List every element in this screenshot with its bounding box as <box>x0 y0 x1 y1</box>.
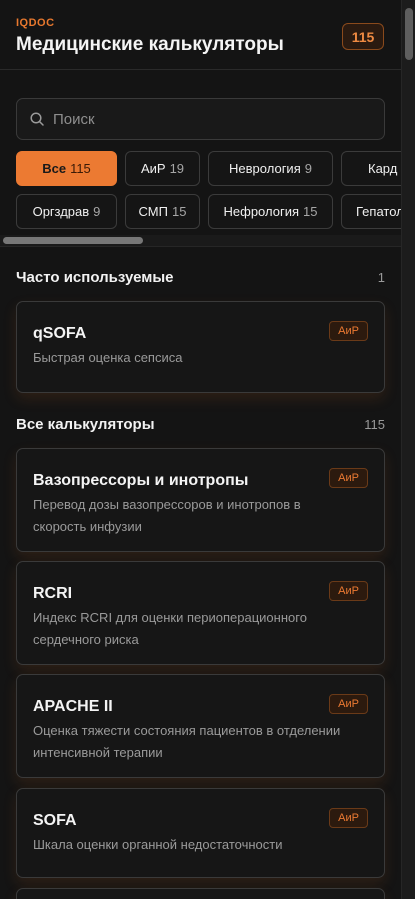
total-count-badge: 115 <box>342 23 384 50</box>
calculator-card-sofa[interactable]: SOFA Шкала оценки органной недостаточнос… <box>16 788 385 878</box>
section-count: 115 <box>364 417 385 432</box>
scrollbar-thumb[interactable] <box>3 237 143 244</box>
all-section-header: Все калькуляторы 115 <box>16 416 385 433</box>
chip-label: Кард <box>368 161 398 176</box>
chip-label: Оргздрав <box>32 204 90 219</box>
chip-count: 15 <box>303 204 318 219</box>
card-description: Индекс RCRI для оценки периоперационного… <box>33 610 307 647</box>
search-box[interactable] <box>16 98 385 140</box>
search-icon <box>30 112 44 126</box>
filter-chip-cardiology[interactable]: Кард <box>341 151 401 186</box>
chip-count: 19 <box>169 161 185 176</box>
calculator-card-vasopressors[interactable]: Вазопрессоры и инотропы Перевод дозы ваз… <box>16 448 385 552</box>
category-tag: АиР <box>329 321 368 341</box>
chip-label: Все <box>42 161 67 176</box>
chip-count: 15 <box>171 204 187 219</box>
brand-logo-text: IQDOC <box>16 17 55 29</box>
frequent-section-header: Часто используемые 1 <box>16 269 385 286</box>
card-title: SOFA <box>33 812 77 829</box>
card-title: Вазопрессоры и инотропы <box>33 472 249 489</box>
calculator-card-qsofa[interactable]: qSOFA Быстрая оценка сепсиса АиР <box>16 301 385 393</box>
category-tag: АиР <box>329 694 368 714</box>
chip-label: Гепатол <box>356 204 401 219</box>
card-title: APACHE II <box>33 698 113 715</box>
chip-label: Неврология <box>229 161 301 176</box>
calculator-card-partial[interactable] <box>16 888 385 899</box>
filter-chip-orgzdrav[interactable]: Оргздрав 9 <box>16 194 117 229</box>
chip-count: 9 <box>93 204 101 219</box>
filter-chip-neurology[interactable]: Неврология 9 <box>208 151 333 186</box>
filter-chip-hepatology[interactable]: Гепатол <box>341 194 401 229</box>
filter-chip-air[interactable]: АиР 19 <box>125 151 200 186</box>
scrollbar-thumb[interactable] <box>405 8 413 60</box>
page-title: Медицинские калькуляторы <box>16 34 284 55</box>
app-window: IQDOC Медицинские калькуляторы 115 Все11… <box>0 0 401 899</box>
card-title: qSOFA <box>33 325 87 342</box>
filter-chip-smp[interactable]: СМП 15 <box>125 194 200 229</box>
chip-label: СМП <box>138 204 168 219</box>
section-count: 1 <box>377 270 385 285</box>
category-tag: АиР <box>329 808 368 828</box>
filter-chip-nephrology[interactable]: Нефрология 15 <box>208 194 333 229</box>
calculator-card-apache[interactable]: APACHE II Оценка тяжести состояния пацие… <box>16 674 385 778</box>
filter-chip-all[interactable]: Все 115 <box>16 151 117 186</box>
chip-label: Нефрология <box>223 204 300 219</box>
section-title: Все калькуляторы <box>16 416 155 433</box>
card-description: Перевод дозы вазопрессоров и инотропов в… <box>33 497 301 534</box>
card-description: Быстрая оценка сепсиса <box>33 350 183 365</box>
chip-label: АиР <box>140 161 166 176</box>
filters-scrollbar[interactable] <box>0 235 401 246</box>
calculator-card-rcri[interactable]: RCRI Индекс RCRI для оценки периоперацио… <box>16 561 385 665</box>
card-description: Шкала оценки органной недостаточности <box>33 837 283 852</box>
chip-count: 115 <box>70 161 91 176</box>
filter-chips: Все 115 АиР 19 Неврология 9 Кард Оргздрав 9 … <box>0 150 401 246</box>
chip-count: 9 <box>304 161 312 176</box>
app-header: IQDOC Медицинские калькуляторы 115 <box>0 0 401 70</box>
divider <box>0 246 401 247</box>
category-tag: АиР <box>329 468 368 488</box>
section-title: Часто используемые <box>16 269 174 286</box>
category-tag: АиР <box>329 581 368 601</box>
card-description: Оценка тяжести состояния пациентов в отд… <box>33 723 341 760</box>
page-scrollbar[interactable] <box>401 0 415 899</box>
card-title: RCRI <box>33 585 73 602</box>
search-input[interactable] <box>53 110 384 128</box>
